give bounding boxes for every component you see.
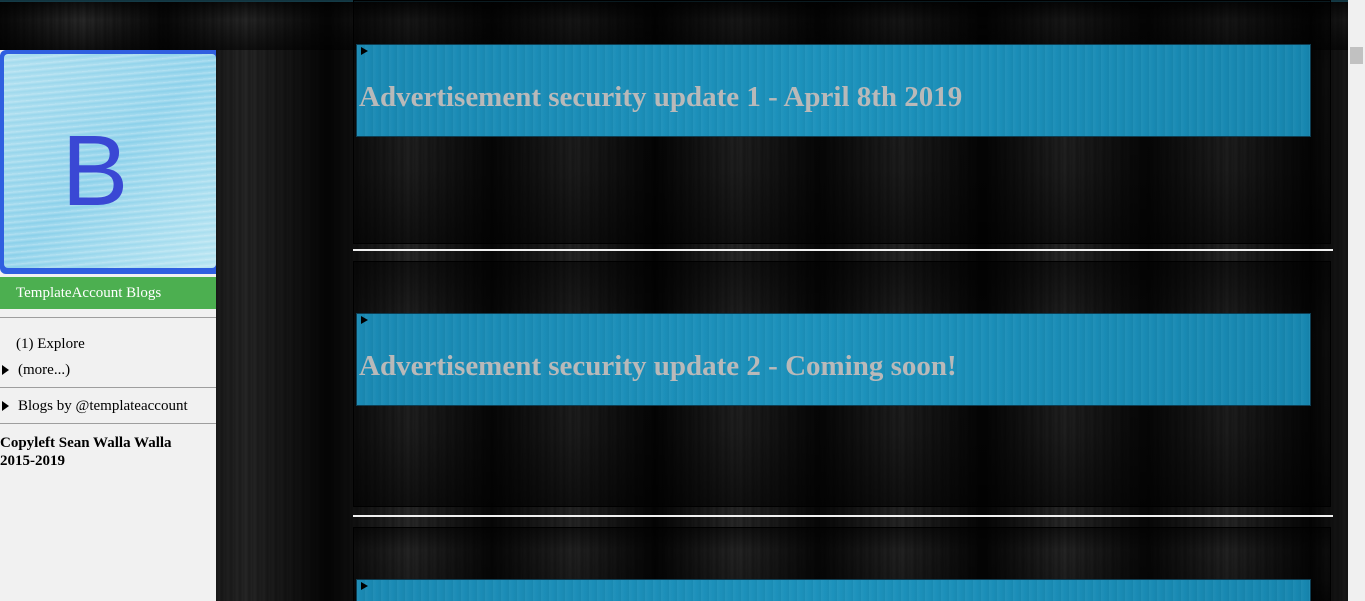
expand-triangle-icon[interactable]	[361, 47, 368, 55]
post-title[interactable]: Advertisement security update 1 - April …	[359, 81, 962, 114]
vertical-scrollbar[interactable]	[1348, 0, 1365, 601]
post-banner: Advertisement security update 2 - Coming…	[356, 313, 1311, 406]
expand-triangle-icon[interactable]	[361, 582, 368, 590]
post-card	[353, 527, 1331, 601]
post-card: Advertisement security update 1 - April …	[353, 0, 1331, 244]
divider	[0, 317, 216, 318]
blogs-by-link[interactable]: Blogs by @templateaccount	[18, 398, 188, 415]
logo-image: B	[4, 54, 216, 268]
divider	[0, 387, 216, 388]
blog-title-link[interactable]: TemplateAccount Blogs	[0, 277, 216, 309]
post-banner: Advertisement security update 1 - April …	[356, 44, 1311, 137]
expand-triangle-icon[interactable]	[2, 365, 9, 375]
explore-link[interactable]: (1) Explore	[16, 336, 85, 353]
more-link[interactable]: (more...)	[18, 362, 70, 379]
post-card: Advertisement security update 2 - Coming…	[353, 261, 1331, 507]
scrollbar-thumb[interactable]	[1350, 47, 1363, 64]
post-separator	[353, 249, 1333, 251]
expand-triangle-icon[interactable]	[2, 401, 9, 411]
post-separator	[353, 515, 1333, 517]
divider	[0, 423, 216, 424]
post-title[interactable]: Advertisement security update 2 - Coming…	[359, 350, 957, 383]
copyleft-notice: Copyleft Sean Walla Walla 2015-2019	[0, 435, 172, 469]
sidebar: B TemplateAccount Blogs (1) Explore (mor…	[0, 50, 216, 601]
expand-triangle-icon[interactable]	[361, 316, 368, 324]
logo-letter: B	[61, 115, 129, 227]
post-banner	[356, 579, 1311, 601]
blog-logo[interactable]: B	[0, 50, 216, 274]
